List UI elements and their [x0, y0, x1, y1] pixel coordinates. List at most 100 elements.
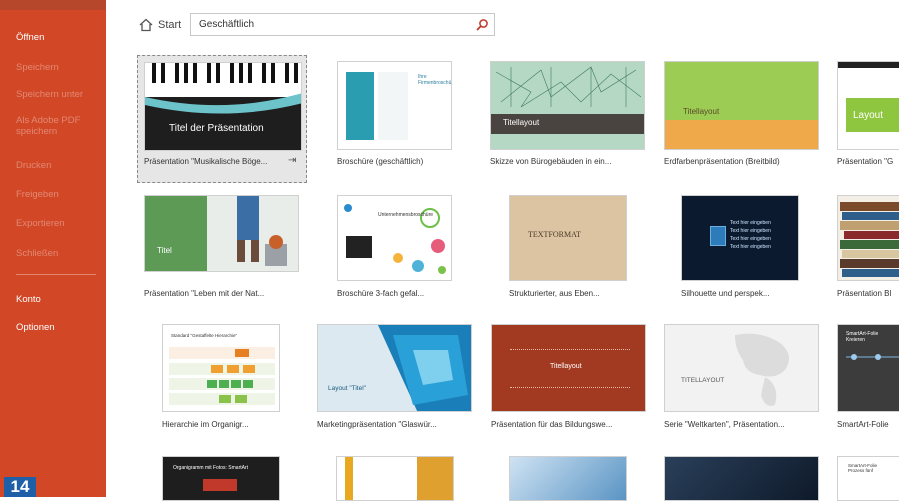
nav-open[interactable]: Öffnen [16, 32, 44, 43]
thumbnail-line: Text hier eingeben [730, 244, 771, 250]
dotted-rule [510, 349, 630, 351]
world-map-illustration [735, 333, 789, 406]
template-tile-g-partial[interactable]: Layout Präsentation "G [837, 61, 899, 171]
template-caption: Skizze von Bürogebäuden in ein... [490, 157, 612, 166]
template-caption: Präsentation für das Bildungswe... [491, 420, 613, 429]
thumbnail-broschuere-3fach: Unternehmensbroschüre [337, 195, 452, 281]
template-caption: Strukturierter, aus Eben... [509, 289, 600, 298]
sidebar-top-band [0, 0, 106, 10]
thumbnail-title: Ihre Firmenbroschüre [418, 74, 452, 86]
template-tile-row4-5[interactable]: SmartArt-Folie Prozess fünf [837, 456, 899, 501]
thumbnail-title: Titel der Präsentation [169, 123, 264, 134]
thumbnail-leben-natur: Titel [144, 195, 299, 272]
template-caption: Präsentation "G [837, 157, 894, 166]
thumbnail-glaswuerfel: Layout "Titel" [317, 324, 472, 412]
nav-export[interactable]: Exportieren [16, 218, 65, 229]
thumbnail-title: Titellayout [550, 363, 582, 370]
template-caption: Erdfarbenpräsentation (Breitbild) [664, 157, 780, 166]
nav-save-as-pdf[interactable]: Als Adobe PDF speichern [16, 115, 100, 137]
template-tile-silhouette[interactable]: Text hier eingeben Text hier eingeben Te… [681, 195, 821, 307]
template-tile-organigramm-fotos[interactable]: Organigramm mit Fotos: SmartArt [162, 456, 280, 501]
thumbnail-title: SmartArt-Folie Prozess fünf [848, 463, 878, 473]
pin-icon[interactable]: ⇥ [288, 155, 296, 166]
brochure-circles-illustration [344, 204, 446, 274]
template-tile-bl-partial[interactable]: Präsentation Bl [837, 195, 899, 307]
silhouette-photo [710, 226, 726, 246]
template-caption: Broschüre (geschäftlich) [337, 157, 424, 166]
thumbnail-bl [837, 195, 899, 281]
page-number-badge: 14 [4, 477, 36, 497]
earth-band [665, 120, 818, 149]
hierarchy-boxes-illustration [169, 347, 275, 405]
thumbnail-title: Layout [853, 110, 884, 121]
dotted-rule [510, 387, 630, 389]
nav-print[interactable]: Drucken [16, 160, 51, 171]
thumbnail-title: Unternehmensbroschüre [378, 212, 434, 218]
thumbnail-strukturiert: TEXTFORMAT [509, 195, 627, 281]
glass-cube-illustration [378, 325, 471, 411]
top-stripe [838, 62, 899, 68]
template-caption: Präsentation "Musikalische Böge... [144, 157, 268, 166]
piano-keys-illustration [145, 63, 301, 114]
template-caption: Broschüre 3-fach gefal... [337, 289, 425, 298]
template-tile-skizze-buerogebaeude[interactable]: Titellayout Skizze von Bürogebäuden in e… [490, 61, 650, 171]
template-tile-erdfarben[interactable]: Titellayout Erdfarbenpräsentation (Breit… [664, 61, 824, 171]
thumbnail-title: TEXTFORMAT [528, 230, 581, 239]
template-tile-hierarchie[interactable]: Standard "Gestaffelte Hierarchie" Organi… [162, 324, 312, 434]
nav-save[interactable]: Speichern [16, 62, 59, 73]
template-tile-broschuere-3fach[interactable]: Unternehmensbroschüre Broschüre 3-fach g… [337, 195, 477, 307]
thumbnail-line: Text hier eingeben [730, 220, 771, 226]
thumbnail-title: Layout "Titel" [328, 385, 366, 392]
template-tile-leben-natur[interactable]: Titel Präsentation "Leben mit der Nat... [144, 195, 304, 307]
search-box[interactable] [190, 13, 495, 36]
person-photo-illustration [237, 196, 287, 266]
nav-share[interactable]: Freigeben [16, 189, 59, 200]
thumbnail-erdfarben: Titellayout [664, 61, 819, 150]
template-tile-broschuere[interactable]: Ihre Firmenbroschüre Broschüre (geschäft… [337, 61, 457, 171]
pattern-block [417, 457, 453, 500]
thumbnail-hierarchie: Standard "Gestaffelte Hierarchie" Organi… [162, 324, 280, 412]
backstage-sidebar: Öffnen Speichern Speichern unter Als Ado… [0, 0, 106, 497]
nav-save-as[interactable]: Speichern unter [16, 89, 83, 100]
thumbnail-line: Text hier eingeben [730, 228, 771, 234]
thumbnail-g: Layout [837, 61, 899, 150]
thumbnail-row4-4 [664, 456, 819, 501]
template-tile-weltkarten[interactable]: TITELLAYOUT Serie "Weltkarten", Präsenta… [664, 324, 824, 434]
thumbnail-smartart: SmartArt-Folie Kreieren [837, 324, 899, 412]
thumbnail-weltkarten: TITELLAYOUT [664, 324, 819, 412]
thumbnail-title: Titellayout [683, 107, 720, 116]
search-icon[interactable] [475, 18, 489, 32]
thumbnail-silhouette: Text hier eingeben Text hier eingeben Te… [681, 195, 799, 281]
brochure-panel [346, 72, 374, 140]
smartart-illustration [846, 354, 899, 360]
template-caption: Silhouette und perspek... [681, 289, 770, 298]
brochure-panel [378, 72, 408, 140]
breadcrumb-start[interactable]: Start [158, 19, 181, 31]
sketch-lines-illustration [491, 66, 644, 134]
nav-close[interactable]: Schließen [16, 248, 58, 259]
template-tile-row4-4[interactable] [664, 456, 819, 501]
search-input[interactable] [197, 18, 471, 31]
thumbnail-organigramm: Organigramm mit Fotos: SmartArt [162, 456, 280, 501]
template-gallery: Start Titel der Präsentation Präsentatio… [106, 0, 899, 501]
template-caption: Präsentation Bl [837, 289, 892, 298]
template-tile-glaswuerfel[interactable]: Layout "Titel" Marketingpräsentation "Gl… [317, 324, 477, 434]
nav-account[interactable]: Konto [16, 294, 41, 305]
template-caption: Hierarchie im Organigr... [162, 420, 249, 429]
template-tile-smartart[interactable]: SmartArt-Folie Kreieren SmartArt-Folie [837, 324, 899, 434]
template-tile-bildungswesen[interactable]: Titellayout Präsentation für das Bildung… [491, 324, 651, 434]
template-tile-musikalische-boegen[interactable]: Titel der Präsentation Präsentation "Mus… [137, 55, 307, 183]
template-caption: SmartArt-Folie [837, 420, 889, 429]
template-tile-row4-3[interactable] [509, 456, 627, 501]
thumbnail-skizze: Titellayout [490, 61, 645, 150]
books-stack-illustration [840, 202, 899, 277]
thumbnail-row4-2 [336, 456, 454, 501]
template-tile-row4-2[interactable] [336, 456, 454, 501]
home-icon[interactable] [138, 17, 154, 33]
template-tile-strukturiert[interactable]: TEXTFORMAT Strukturierter, aus Eben... [509, 195, 649, 307]
thumbnail-broschuere: Ihre Firmenbroschüre [337, 61, 452, 150]
thumbnail-bildungswesen: Titellayout [491, 324, 646, 412]
nav-options[interactable]: Optionen [16, 322, 55, 333]
thumbnail-row4-5: SmartArt-Folie Prozess fünf [837, 456, 899, 501]
sidebar-divider [16, 274, 96, 275]
